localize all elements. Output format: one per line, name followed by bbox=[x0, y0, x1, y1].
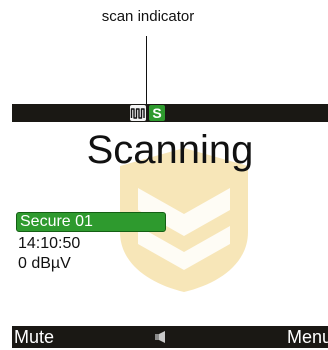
secure-mode-icon: S bbox=[149, 105, 165, 121]
scan-wave-icon bbox=[130, 105, 146, 121]
device-screen: S Scanning Secure 01 14:10:50 0 dBµV Mut… bbox=[12, 104, 328, 348]
menu-softkey[interactable]: Menu bbox=[287, 327, 328, 347]
clock-time: 14:10:50 bbox=[18, 235, 81, 252]
mute-softkey[interactable]: Mute bbox=[14, 327, 54, 347]
speaker-icon bbox=[155, 331, 165, 343]
signal-level: 0 dBµV bbox=[18, 255, 71, 272]
softkey-bar: Mute Menu bbox=[12, 326, 328, 348]
channel-name-badge: Secure 01 bbox=[16, 212, 166, 232]
scanning-status-title: Scanning bbox=[86, 128, 254, 172]
scan-indicator-callout-label: scan indicator bbox=[101, 8, 195, 25]
callout-leader-line bbox=[146, 36, 147, 104]
status-bar: S bbox=[12, 104, 328, 122]
